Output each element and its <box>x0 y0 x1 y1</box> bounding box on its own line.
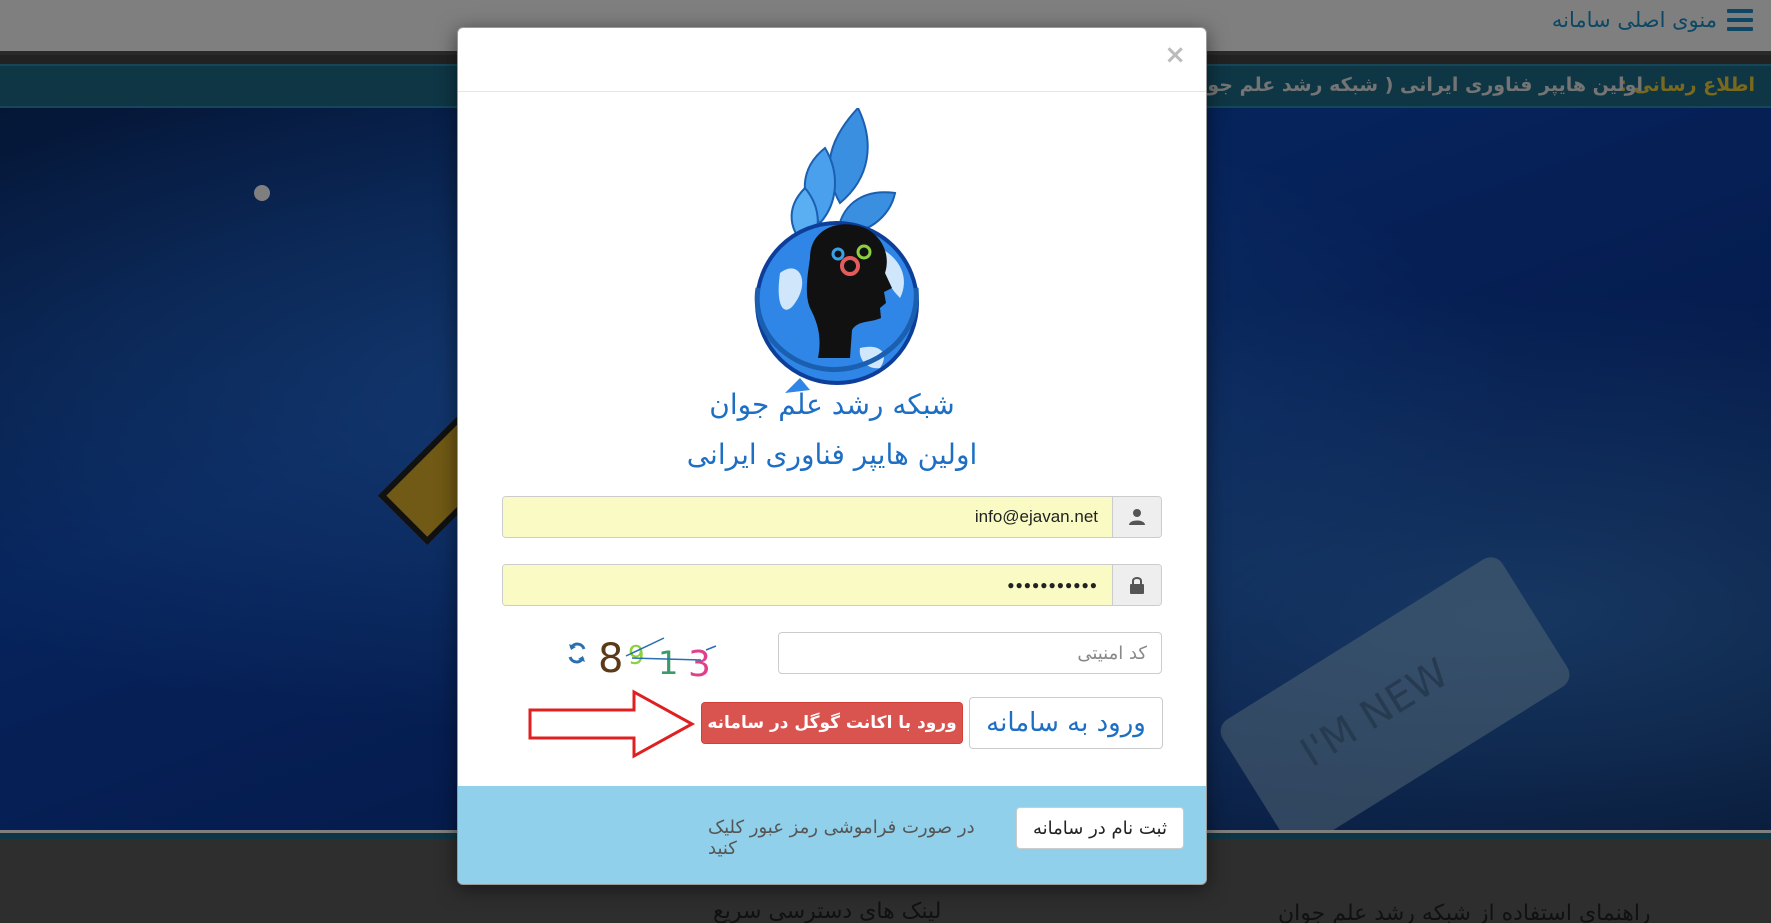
captcha-digit: 1 <box>658 644 678 678</box>
site-title: شبکه رشد علم جوان <box>709 388 955 421</box>
login-modal: × شبکه رشد علم جوان اولین هایپر فناوری ا… <box>457 27 1207 885</box>
login-button[interactable]: ورود به سامانه <box>969 697 1163 749</box>
email-field[interactable] <box>503 497 1112 537</box>
lock-icon <box>1112 565 1161 605</box>
captcha-image: 8 9 1 3 <box>598 636 717 678</box>
site-subtitle: اولین هایپر فناوری ایرانی <box>686 438 978 471</box>
captcha-field[interactable] <box>778 632 1162 674</box>
user-icon <box>1112 497 1161 537</box>
email-input-group <box>502 496 1162 538</box>
register-button[interactable]: ثبت نام در سامانه <box>1016 807 1184 849</box>
site-logo <box>754 108 919 393</box>
captcha-digit: 9 <box>628 641 645 671</box>
modal-header: × <box>458 28 1206 92</box>
password-field[interactable] <box>503 565 1112 605</box>
google-login-button[interactable]: ورود با اکانت گوگل در سامانه <box>701 702 963 744</box>
modal-footer: در صورت فراموشی رمز عبور کلیک کنید ثبت ن… <box>458 786 1206 884</box>
captcha-digit: 8 <box>598 636 623 678</box>
annotation-arrow <box>528 689 696 759</box>
forgot-password-link[interactable]: در صورت فراموشی رمز عبور کلیک کنید <box>708 817 1008 859</box>
close-icon[interactable]: × <box>1164 42 1186 68</box>
password-input-group <box>502 564 1162 606</box>
